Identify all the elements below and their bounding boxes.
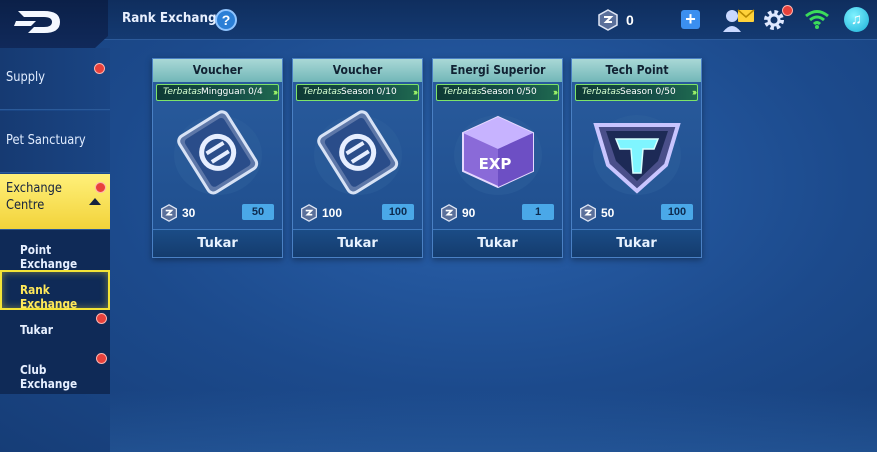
subitem-label: Tukar [20,323,53,337]
cost-row: 90 1 [433,203,562,223]
rank-currency-icon [301,204,317,222]
sidebar-item-label: Exchange Centre [6,181,62,213]
sidebar-item-label: Pet Sanctuary [6,133,86,148]
card-title: Tech Point [572,59,701,82]
help-button[interactable]: ? [215,9,237,31]
stock-badge: 100 [661,204,693,220]
card-title: Voucher [153,59,282,82]
settings-notification-dot [782,5,793,16]
cost-row: 50 100 [572,203,701,223]
subitem-rank-exchange[interactable]: Rank Exchange [0,270,110,311]
exchange-button[interactable]: Tukar [293,229,422,257]
sidebar-item-label: Supply [6,70,45,85]
add-currency-button[interactable]: + [681,10,700,29]
collapse-arrow-icon [89,198,101,205]
exchange-notification-dot [95,182,106,193]
subitem-club-exchange[interactable]: Club Exchange [0,350,110,394]
background-floor [110,390,877,452]
club-notification-dot [96,353,107,364]
subitem-label: Rank Exchange [20,283,78,311]
cost-value: 30 [182,206,196,220]
supply-notification-dot [94,63,105,74]
card-title: Energi Superior [433,59,562,82]
limit-bar: Terbatas Season 0/10 ››› [296,84,419,101]
subitem-tukar[interactable]: Tukar [0,310,110,350]
cost-row: 100 100 [293,203,422,223]
cost-value: 100 [322,206,343,220]
sidebar-item-supply[interactable]: Supply [0,48,110,110]
friends-mail-icon[interactable] [722,6,756,34]
voucher-icon [314,110,402,195]
limit-bar: Terbatas Season 0/50 ››› [436,84,559,101]
tech-point-icon [593,115,681,195]
game-logo-icon [14,11,60,33]
exchange-card-energi-superior[interactable]: Energi Superior Terbatas Season 0/50 ››› E… [432,58,563,258]
card-title: Voucher [293,59,422,82]
subitem-label: Club Exchange [20,363,78,391]
tukar-notification-dot [96,313,107,324]
subitem-point-exchange[interactable]: Point Exchange [0,230,110,271]
wifi-icon [805,10,829,29]
exchange-card-tech-point[interactable]: Tech Point Terbatas Season 0/50 ››› 50 100… [571,58,702,258]
stock-badge: 50 [242,204,274,220]
exchange-card-voucher-weekly[interactable]: Voucher Terbatas Mingguan 0/4 ››› 30 50 Tu… [152,58,283,258]
subitem-label: Point Exchange [20,243,78,271]
exchange-button[interactable]: Tukar [433,229,562,257]
exchange-button[interactable]: Tukar [153,229,282,257]
sidebar: Supply Pet Sanctuary Exchange Centre Poi… [0,48,110,394]
music-icon[interactable]: ♫ [844,7,869,32]
limit-bar: Terbatas Mingguan 0/4 ››› [156,84,279,101]
limit-bar: Terbatas Season 0/50 ››› [575,84,698,101]
exchange-button[interactable]: Tukar [572,229,701,257]
svg-text:EXP: EXP [479,155,512,173]
voucher-icon [174,110,262,195]
stock-badge: 100 [382,204,414,220]
currency-value: 0 [626,12,634,28]
rank-currency-icon [580,204,596,222]
rank-currency-icon [161,204,177,222]
cost-value: 50 [601,206,615,220]
back-logo-button[interactable] [0,0,108,48]
rank-currency-icon [598,9,618,31]
cost-value: 90 [462,206,476,220]
exp-cube-icon: EXP [454,115,542,195]
sidebar-item-exchange-centre[interactable]: Exchange Centre [0,174,110,230]
page-title: Rank Exchange [122,11,225,26]
cost-row: 30 50 [153,203,282,223]
stock-badge: 1 [522,204,554,220]
rank-currency-icon [441,204,457,222]
exchange-card-voucher-season[interactable]: Voucher Terbatas Season 0/10 ››› 100 100 T… [292,58,423,258]
sidebar-item-pet-sanctuary[interactable]: Pet Sanctuary [0,111,110,173]
